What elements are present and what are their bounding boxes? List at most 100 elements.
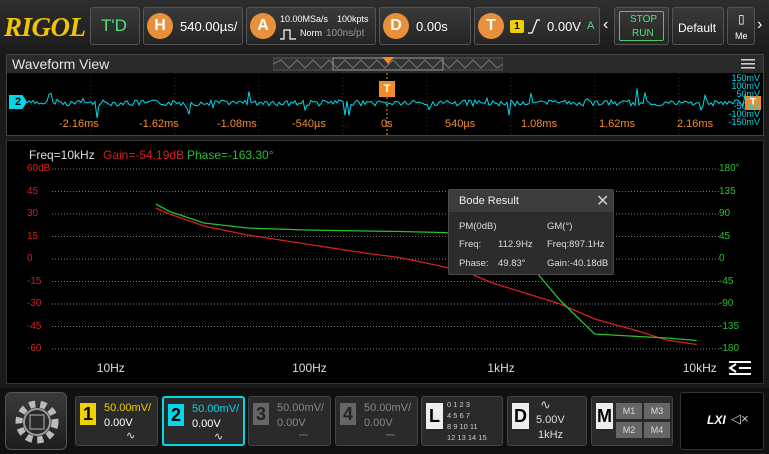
default-button[interactable]: Default (672, 7, 724, 45)
horizontal-timebase-button[interactable]: H 540.00µs/ (143, 7, 243, 45)
gain-axis-label: 45 (27, 185, 39, 197)
gain-axis-label: 15 (27, 230, 39, 242)
time-axis-label: -1.62ms (139, 118, 179, 130)
channel-2-button[interactable]: 2 50.00mV/0.00V ∿ (162, 396, 245, 446)
time-axis-label: 0s (381, 118, 393, 130)
frequency-axis-label: 100Hz (292, 361, 327, 375)
delay-badge: D (383, 13, 409, 39)
phase-axis-label: 0 (719, 253, 725, 264)
waveform-header: Waveform View (7, 55, 763, 73)
collapse-menu-icon[interactable] (727, 359, 753, 377)
menu-icon: ▯ (738, 12, 745, 26)
channel-1-button[interactable]: 1 50.00mV/0.00V ∿ (75, 396, 158, 446)
trigger-button[interactable]: T 1 0.00V A (474, 7, 600, 45)
lxi-logo: LXI (707, 413, 726, 427)
waveform-view[interactable]: Waveform View 2 T T -2.16ms -1.62ms -1.08m… (6, 54, 764, 136)
trigger-mode-button[interactable]: T'D (90, 7, 140, 45)
frequency-axis-label: 1kHz (487, 361, 515, 375)
horizontal-badge: H (147, 13, 173, 39)
channel-scale: 50.00mV/ (104, 402, 152, 414)
phase-series-line (155, 203, 697, 342)
sample-rate: 10.00MSa/s (280, 14, 329, 24)
channel-scale: 50.00mV/ (364, 402, 412, 414)
channel-number: 4 (340, 403, 356, 425)
stop-label: STOP (630, 14, 658, 25)
time-axis-label: 1.08ms (521, 118, 558, 130)
gain-axis-label: -15 (27, 275, 42, 287)
channel-3-button[interactable]: 3 50.00mV/0.00V ⎓ (248, 396, 331, 446)
bode-plot-panel[interactable]: Freq=10kHz Gain=-54.19dB Phase=-163.30° … (6, 140, 764, 384)
phase-axis-label: -45 (719, 275, 734, 287)
gain-axis-label: 30 (27, 208, 39, 219)
bode-result-dialog[interactable]: Bode Result ✕ PM(0dB) GM(°) Freq: 112.9H… (448, 189, 614, 275)
math-m2[interactable]: M2 (616, 422, 642, 438)
dvm-button[interactable]: D ∿ 5.00V 1kHz (507, 396, 587, 446)
logic-analyzer-button[interactable]: L 0 1 2 3 4 5 6 7 8 9 10 11 12 13 14 15 (421, 396, 503, 446)
frequency-axis-label: 10Hz (96, 361, 125, 375)
trigger-sweep: A (587, 20, 595, 32)
math-m3[interactable]: M3 (644, 403, 670, 419)
status-area: LXI ◁× (680, 392, 764, 450)
menu-button[interactable]: ▯ Me (727, 7, 755, 45)
next-arrow[interactable]: › (757, 7, 767, 45)
dvm-value: 5.00V (536, 414, 565, 426)
logic-row-1: 0 1 2 3 (447, 400, 470, 409)
dvm-badge: D (512, 403, 529, 429)
math-m4[interactable]: M4 (644, 422, 670, 438)
memory-overview-bar (273, 57, 503, 71)
voltage-axis-label: 50mV (736, 89, 760, 99)
delay-button[interactable]: D 0.00s (379, 7, 471, 45)
bottom-toolbar: 1 50.00mV/0.00V ∿ 2 50.00mV/0.00V ∿ 3 50.00mV/0… (0, 388, 769, 454)
pm-label: PM(0dB) (459, 221, 497, 232)
home-button[interactable] (5, 392, 67, 450)
phase-axis-label: 180° (719, 163, 740, 174)
delay-value: 0.00s (416, 19, 448, 34)
logic-row-3: 8 9 10 11 (447, 422, 478, 431)
trigger-badge: T (478, 13, 504, 39)
channel-offset: 0.00V (364, 417, 393, 429)
time-axis-label: -540µs (292, 118, 326, 130)
channel-coupling-icon: ∿ (126, 430, 136, 442)
acquire-pulse-icon (280, 29, 296, 40)
run-stop-button[interactable]: STOP RUN (614, 7, 669, 45)
timebase-value: 540.00µs/ (180, 19, 238, 34)
logic-row-2: 4 5 6 7 (447, 411, 470, 420)
gain-axis-label: -45 (27, 320, 42, 332)
channel-number: 1 (80, 403, 96, 425)
channel-offset: 0.00V (104, 417, 133, 429)
close-icon[interactable]: ✕ (596, 191, 609, 211)
trigger-mode-label: T'D (101, 16, 127, 35)
pm-phase-label: Phase: (459, 258, 489, 269)
phase-axis-label: 45 (719, 230, 731, 242)
prev-arrow[interactable]: ‹ (603, 7, 612, 45)
menu-label: Me (735, 31, 748, 41)
phase-axis-label: -135 (719, 320, 740, 332)
dvm-frequency: 1kHz (538, 429, 564, 441)
channel-coupling-icon: ∿ (214, 431, 224, 443)
channel-number: 2 (168, 404, 184, 426)
phase-axis-label: 135 (719, 185, 736, 197)
channel-4-button[interactable]: 4 50.00mV/0.00V ⎓ (335, 396, 418, 446)
channel-coupling-icon: ⎓ (299, 429, 308, 441)
channel-coupling-icon: ⎓ (386, 429, 395, 441)
trigger-position-marker[interactable]: T (379, 81, 395, 97)
top-toolbar: RIGOL T'D H 540.00µs/ A 10.00MSa/s 100kp… (0, 0, 769, 51)
logic-badge: L (426, 403, 443, 429)
math-button[interactable]: M M1 M3 M2 M4 (591, 396, 673, 446)
gain-series-line (155, 207, 697, 346)
default-label: Default (678, 21, 717, 35)
waveform-title: Waveform View (12, 56, 110, 72)
trigger-level: 0.00V (547, 19, 581, 34)
time-axis-label: 2.16ms (677, 118, 714, 130)
gain-axis-label: -60 (27, 343, 42, 354)
hamburger-menu-icon[interactable] (741, 58, 755, 70)
time-axis-label: -1.08ms (217, 118, 257, 130)
bode-chart (52, 168, 719, 350)
speaker-muted-icon[interactable]: ◁× (731, 411, 749, 427)
acquire-button[interactable]: A 10.00MSa/s 100kpts Norm 100ns/pt (246, 7, 376, 45)
pm-freq-value: 112.9Hz (498, 239, 533, 250)
gain-axis-label: -30 (27, 298, 42, 309)
time-axis-label: 540µs (445, 118, 476, 130)
math-m1[interactable]: M1 (616, 403, 642, 419)
chevron-left-icon: ‹ (603, 16, 609, 33)
